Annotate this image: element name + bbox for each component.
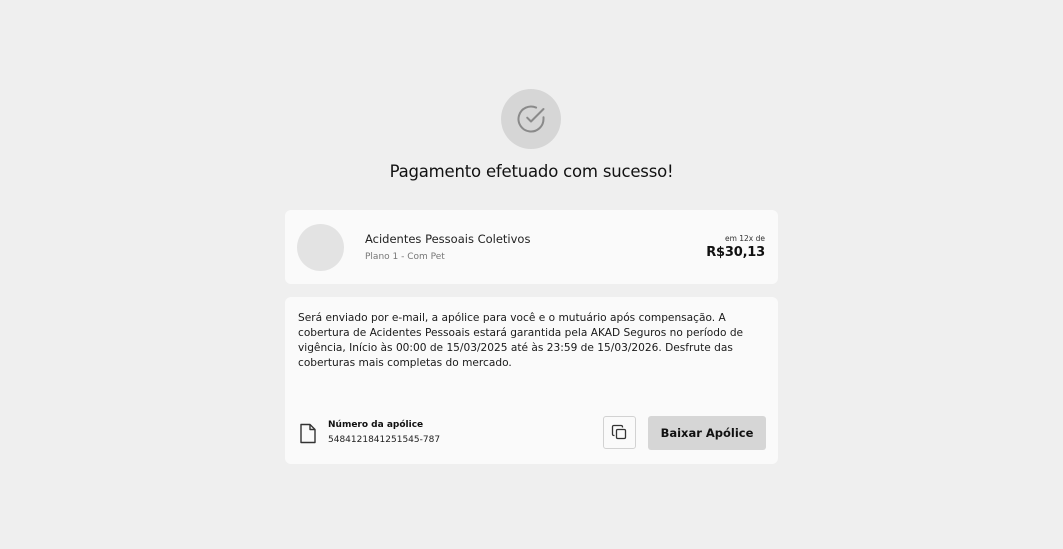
plan-subtitle: Plano 1 - Com Pet <box>365 252 445 262</box>
success-badge <box>501 89 561 149</box>
page-title: Pagamento efetuado com sucesso! <box>389 162 674 181</box>
plan-summary-card: Acidentes Pessoais Coletivos Plano 1 - C… <box>285 210 778 284</box>
copy-icon <box>611 424 627 440</box>
download-policy-button[interactable]: Baixar Apólice <box>648 416 766 450</box>
payment-success-page: Pagamento efetuado com sucesso! Acidente… <box>0 0 1063 549</box>
copy-policy-button[interactable] <box>603 416 636 449</box>
policy-info-message: Será enviado por e-mail, a apólice para … <box>298 312 744 369</box>
document-icon <box>300 423 316 444</box>
plan-avatar <box>297 224 344 271</box>
plan-name: Acidentes Pessoais Coletivos <box>365 232 531 246</box>
installments-label: em 12x de <box>724 234 765 243</box>
check-circle-icon <box>517 105 545 133</box>
policy-info-card: Será enviado por e-mail, a apólice para … <box>285 297 778 464</box>
policy-number-label: Número da apólice <box>328 420 424 430</box>
plan-price: R$30,13 <box>706 245 765 260</box>
policy-number-value: 5484121841251545-787 <box>328 435 441 445</box>
